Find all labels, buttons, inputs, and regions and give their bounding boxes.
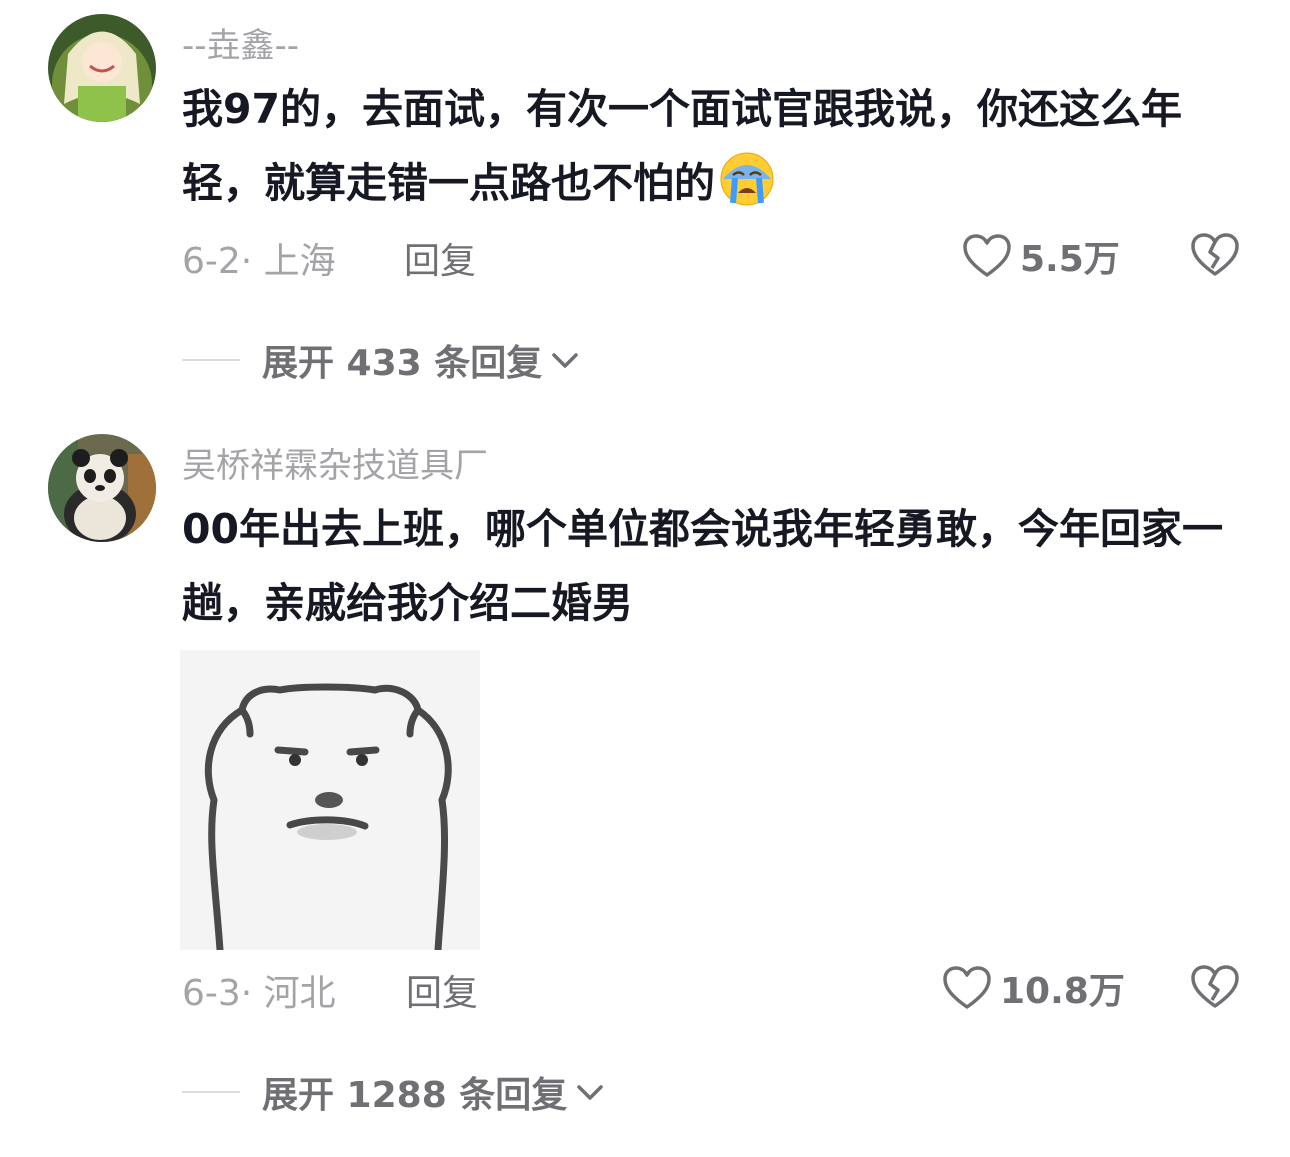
expand-replies-button[interactable]: 展开 433 条回复 xyxy=(182,334,582,386)
crying-face-emoji-icon xyxy=(719,151,775,207)
dislike-button[interactable] xyxy=(1190,964,1240,1010)
user-avatar[interactable] xyxy=(48,14,156,122)
comment-date-location: 6-3· 河北 xyxy=(182,973,336,1014)
user-avatar[interactable] xyxy=(48,434,156,542)
like-count: 5.5万 xyxy=(1020,239,1120,280)
username[interactable]: --垚鑫-- xyxy=(182,18,299,67)
comment-text: 00年出去上班，哪个单位都会说我年轻勇敢，今年回家一趟，亲戚给我介绍二婚男 xyxy=(182,505,1224,627)
heart-outline-icon xyxy=(963,234,1011,277)
chevron-down-icon xyxy=(552,353,578,368)
expand-replies-label: 展开 1288 条回复 xyxy=(262,1066,567,1118)
reply-count: 433 xyxy=(346,343,422,384)
expand-prefix: 展开 xyxy=(262,1075,347,1116)
reply-button[interactable]: 回复 xyxy=(404,232,476,284)
divider-line xyxy=(182,1091,240,1093)
comment-text: 我97的，去面试，有次一个面试官跟我说，你还这么年轻，就算走错一点路也不怕的 xyxy=(182,72,1252,220)
expand-replies-button[interactable]: 展开 1288 条回复 xyxy=(182,1066,607,1118)
comment-date-location: 6-2· 上海 xyxy=(182,241,336,282)
comment-text-content: 我97的，去面试，有次一个面试官跟我说，你还这么年轻，就算走错一点路也不怕的 xyxy=(182,85,1183,207)
divider-line xyxy=(182,359,240,361)
broken-heart-icon xyxy=(1191,965,1239,1008)
reply-button[interactable]: 回复 xyxy=(406,964,478,1016)
expand-prefix: 展开 xyxy=(262,343,347,384)
expand-replies-label: 展开 433 条回复 xyxy=(262,334,542,386)
bear-face-sticker[interactable] xyxy=(180,650,480,954)
like-button[interactable]: 5.5万 xyxy=(962,230,1120,282)
expand-suffix: 条回复 xyxy=(421,343,543,384)
username[interactable]: 吴桥祥霖杂技道具厂 xyxy=(182,438,488,487)
like-count: 10.8万 xyxy=(1000,971,1125,1012)
chevron-down-icon xyxy=(577,1085,604,1100)
expand-suffix: 条回复 xyxy=(446,1075,568,1116)
like-button[interactable]: 10.8万 xyxy=(942,962,1125,1014)
dislike-button[interactable] xyxy=(1190,232,1240,278)
reply-count: 1288 xyxy=(346,1075,447,1116)
heart-outline-icon xyxy=(943,966,991,1009)
broken-heart-icon xyxy=(1191,233,1239,276)
